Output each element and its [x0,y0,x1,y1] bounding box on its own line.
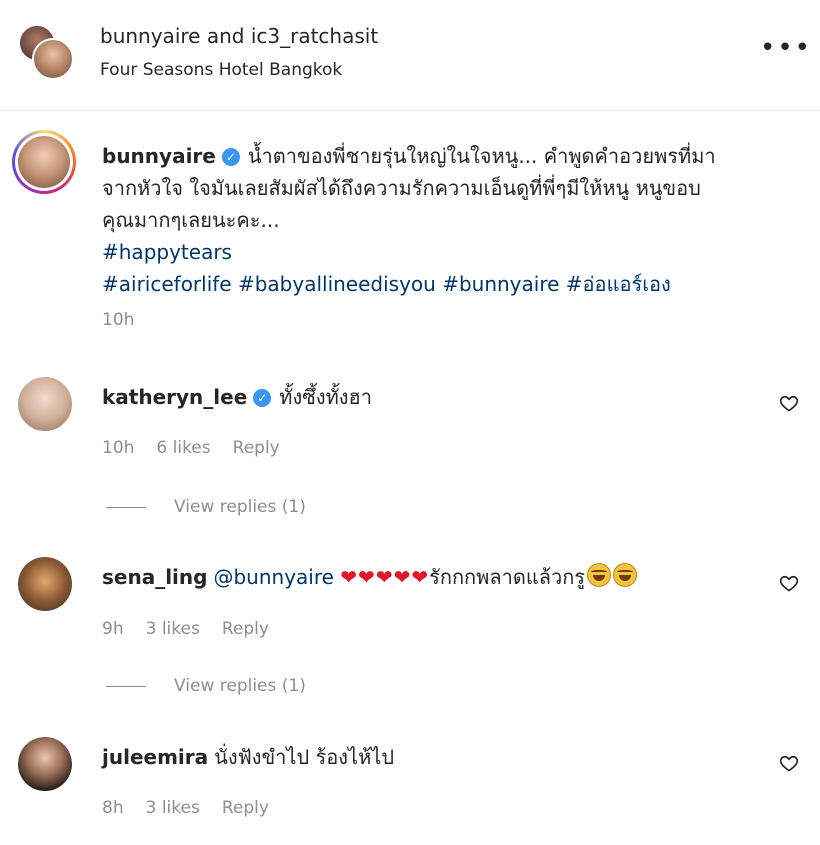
heart-outline-icon[interactable] [779,753,799,773]
replies-divider-line [106,685,146,687]
hashtag-bunnyaire[interactable]: #bunnyaire [442,272,559,296]
author-link-bunnyaire[interactable]: bunnyaire [100,24,200,48]
more-options-icon[interactable]: ••• [760,35,812,61]
avatar-juleemira[interactable] [18,737,72,791]
caption-line3: คุณมากๆเลยนะคะ... [102,208,280,232]
avatar-katheryn-lee[interactable] [18,377,72,431]
view-replies-button[interactable]: View replies (1) [106,497,306,517]
view-replies-label: View replies (1) [174,676,306,696]
comment-username[interactable]: katheryn_lee [102,385,247,409]
comment-username[interactable]: sena_ling [102,565,207,589]
hashtag-oair[interactable]: #อ่อแอร์เอง [566,272,671,296]
reply-button[interactable]: Reply [233,438,280,458]
hashtag-airiceforlife[interactable]: #airiceforlife [102,272,232,296]
heart-outline-icon[interactable] [779,393,799,413]
avatar-caption-bunnyaire [18,136,70,188]
comment-body: sena_ling @bunnyaire ❤❤❤❤❤รักกกพลาดแล้วกร… [102,561,638,593]
comment-time[interactable]: 8h [102,798,124,818]
view-replies-button[interactable]: View replies (1) [106,676,306,696]
laughing-emoji-icon [587,563,612,587]
comment-username[interactable]: juleemira [102,745,208,769]
comment-body: juleemira นั่งฟังขำไป ร้องไห้ไป [102,741,394,773]
post-authors: bunnyaire and ic3_ratchasit [100,24,378,48]
comment-text: รักกกพลาดแล้วกรู [429,565,586,589]
heart-emojis: ❤❤❤❤❤ [340,565,430,589]
replies-divider-line [106,506,146,508]
reply-button[interactable]: Reply [222,619,269,639]
caption-line1: น้ำตาของพี่ชายรุ่นใหญ่ในใจหนู... คำพูดคำ… [247,144,716,168]
comment-time[interactable]: 10h [102,438,134,458]
caption-line2: จากหัวใจ ใจมันเลยสัมผัสได้ถึงความรักความ… [102,176,701,200]
avatar-sena-ling[interactable] [18,557,72,611]
comment-time[interactable]: 9h [102,619,124,639]
hashtag-happytears[interactable]: #happytears [102,240,232,264]
comment-likes[interactable]: 3 likes [146,619,200,639]
location-link[interactable]: Four Seasons Hotel Bangkok [100,60,342,80]
caption-username[interactable]: bunnyaire [102,144,216,168]
caption-text: bunnyaire ✓ น้ำตาของพี่ชายรุ่นใหญ่ในใจหนู.… [102,140,762,300]
laughing-emoji-icon [613,563,638,587]
post-header: bunnyaire and ic3_ratchasit Four Seasons… [0,0,820,111]
comment-meta: 8h 3 likes Reply [102,798,291,818]
comment-meta: 10h 6 likes Reply [102,438,302,458]
verified-badge-icon: ✓ [253,389,272,407]
hashtag-babyallineedisyou[interactable]: #babyallineedisyou [238,272,436,296]
mention-link[interactable]: @bunnyaire [213,565,333,589]
comment-likes[interactable]: 6 likes [156,438,210,458]
story-ring-avatar[interactable] [12,130,76,194]
reply-button[interactable]: Reply [222,798,269,818]
avatar-bunnyaire[interactable] [32,38,74,80]
comment-likes[interactable]: 3 likes [146,798,200,818]
caption-timestamp[interactable]: 10h [102,310,134,330]
author-conj: and [206,24,245,48]
comment-text: ทั้งซึ้งทั้งฮา [279,385,372,409]
comment-body: katheryn_lee ✓ ทั้งซึ้งทั้งฮา [102,381,372,413]
author-link-ic3-ratchasit[interactable]: ic3_ratchasit [251,24,378,48]
verified-badge-icon: ✓ [221,148,240,166]
comment-meta: 9h 3 likes Reply [102,619,291,639]
comment-text: นั่งฟังขำไป ร้องไห้ไป [214,745,395,769]
view-replies-label: View replies (1) [174,497,306,517]
heart-outline-icon[interactable] [779,573,799,593]
